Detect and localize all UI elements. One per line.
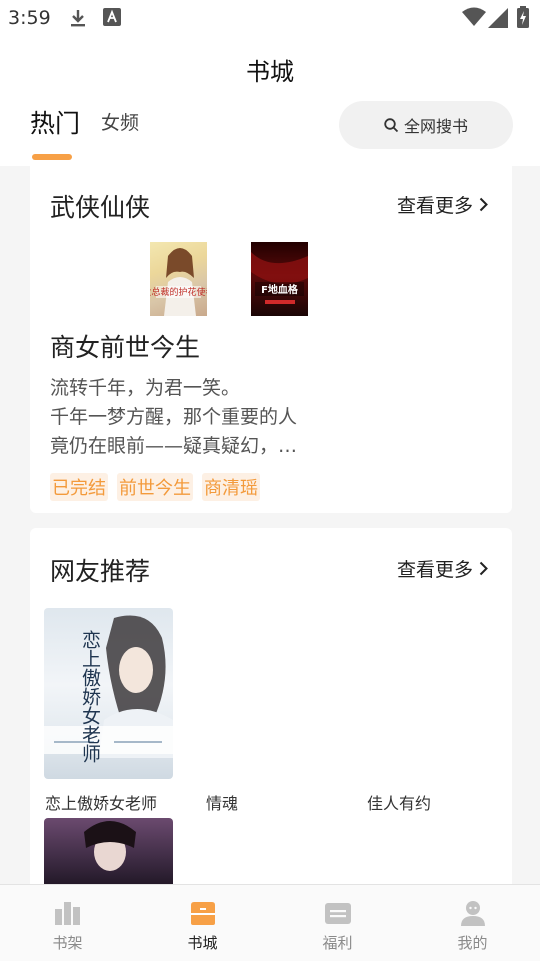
book-cover-art <box>84 821 136 871</box>
cover-vertical-title: 恋上傲娇女老师 <box>79 630 101 763</box>
book-cover[interactable] <box>44 818 173 888</box>
book-cover[interactable]: 女总裁的护花使者 <box>150 242 207 316</box>
cover-title-text: F地血格 <box>261 283 299 296</box>
status-bar: 3:59 <box>0 0 540 36</box>
book-title[interactable]: 恋上傲娇女老师 <box>45 790 157 814</box>
search-icon <box>384 117 399 132</box>
book-cover[interactable]: F地血格 <box>251 242 308 316</box>
section-title: 网友推荐 <box>50 557 151 586</box>
tab-welfare[interactable]: 福利 <box>270 885 405 961</box>
battery-icon <box>517 6 529 28</box>
tab-bookstore[interactable]: 书城 <box>135 885 270 961</box>
active-tab-indicator <box>32 154 72 160</box>
wifi-icon <box>462 7 486 26</box>
tab-label: 书架 <box>52 934 83 952</box>
chevron-right-icon <box>479 561 488 576</box>
tag-status[interactable]: 已完结 <box>50 473 108 501</box>
book-cover-romance: 女总裁的护花使者 <box>150 248 207 316</box>
view-more-button[interactable]: 查看更多 <box>397 191 488 218</box>
view-more-label: 查看更多 <box>396 559 473 581</box>
download-icon <box>71 10 85 27</box>
welfare-icon <box>325 903 351 924</box>
tag-category[interactable]: 前世今生 <box>117 473 193 501</box>
featured-book-description: 流转千年，为君一笑。 千年一梦方醒，那个重要的人 竟仍在眼前——疑真疑幻，… <box>50 377 298 457</box>
search-button[interactable]: 全网搜书 <box>339 101 513 149</box>
chevron-right-icon <box>479 197 488 212</box>
tab-label: 我的 <box>457 934 488 952</box>
section-title: 武侠仙侠 <box>50 193 151 222</box>
tab-bookshelf[interactable]: 书架 <box>0 885 135 961</box>
header: 书城 热门 女频 全网搜书 <box>0 36 540 166</box>
book-title[interactable]: 佳人有约 <box>367 790 431 814</box>
book-cover[interactable]: 恋上傲娇女老师 <box>44 608 173 779</box>
bookshelf-icon <box>55 902 80 925</box>
cover-title-text: 女总裁的护花使者 <box>150 286 207 298</box>
book-cover-art: 恋上傲娇女老师 <box>44 615 173 763</box>
bookstore-icon <box>191 902 215 925</box>
section-recommend: 网友推荐 查看更多 恋上傲娇女老师 恋上傲娇女老师 情魂 佳人有约 <box>30 528 512 888</box>
tab-female[interactable]: 女频 <box>101 108 139 135</box>
font-icon <box>103 8 121 26</box>
featured-book-title[interactable]: 商女前世今生 <box>50 328 200 364</box>
tab-hot[interactable]: 热门 <box>30 104 80 140</box>
search-label: 全网搜书 <box>403 117 468 136</box>
tab-profile[interactable]: 我的 <box>405 885 540 961</box>
profile-icon <box>461 901 485 926</box>
tag-author[interactable]: 商清瑶 <box>202 473 260 501</box>
view-more-button[interactable]: 查看更多 <box>397 555 488 582</box>
tab-label: 福利 <box>322 934 353 952</box>
tab-label: 书城 <box>187 934 218 952</box>
signal-icon <box>488 8 508 28</box>
book-cover-dark: F地血格 <box>251 252 308 304</box>
page-title: 书城 <box>246 58 294 86</box>
view-more-label: 查看更多 <box>396 195 473 217</box>
bottom-tab-bar: 书架 书城 福利 我的 <box>0 884 540 961</box>
status-time: 3:59 <box>8 7 51 29</box>
tag-list: 已完结 前世今生 商清瑶 <box>50 473 260 501</box>
book-title[interactable]: 情魂 <box>206 790 238 814</box>
section-wuxia: 武侠仙侠 查看更多 女总裁的护花使者 F地血格 商女前世今生 流转千年，为君一笑… <box>30 166 512 513</box>
